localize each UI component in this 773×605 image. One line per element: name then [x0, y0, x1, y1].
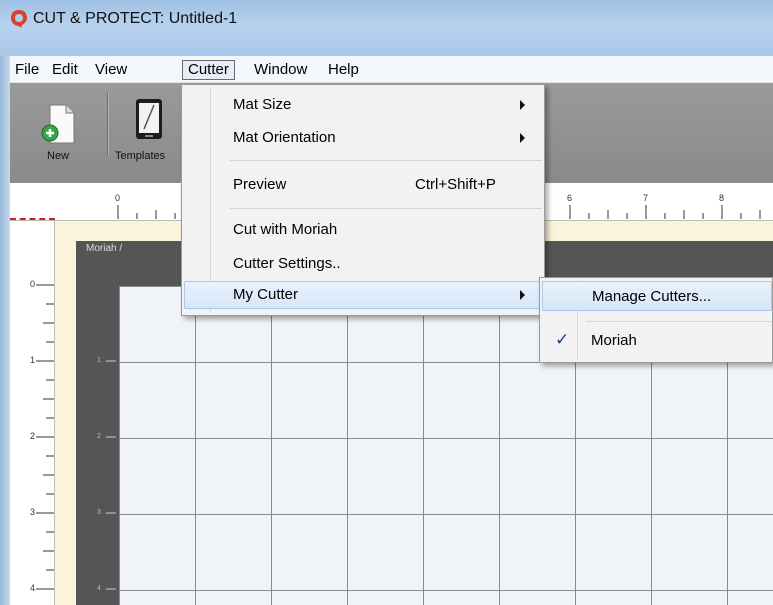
h-ruler-label: 6 [567, 193, 573, 203]
menu-item-label: Moriah [591, 332, 637, 349]
mat-label: Moriah / [86, 243, 123, 254]
mat-ruler-label: 2 [97, 433, 101, 440]
v-ruler-label: 4 [30, 583, 36, 593]
menu-item-label: Mat Size [233, 96, 292, 113]
menu-item-label: Mat Orientation [233, 129, 336, 146]
v-ruler-label: 1 [30, 355, 36, 365]
menu-item-cutter-settings[interactable]: Cutter Settings.. [184, 250, 542, 278]
new-button[interactable]: New [36, 103, 86, 163]
menu-item-cutter-moriah[interactable]: ✓ Moriah [542, 326, 772, 356]
my-cutter-submenu: Manage Cutters... ✓ Moriah [539, 277, 773, 363]
menu-separator [230, 208, 542, 209]
v-ruler-label: 3 [30, 507, 36, 517]
menu-item-manage-cutters[interactable]: Manage Cutters... [542, 281, 772, 311]
menu-file[interactable]: File [10, 60, 44, 80]
menu-bar: File Edit View Cutter Window Help [10, 56, 773, 83]
cutter-menu: Mat Size Mat Orientation Preview Ctrl+Sh… [181, 84, 545, 316]
menu-item-mat-size[interactable]: Mat Size [184, 91, 542, 119]
new-label: New [47, 150, 70, 162]
menu-item-mat-orientation[interactable]: Mat Orientation [184, 124, 542, 152]
menu-gutter [210, 87, 211, 313]
mat-inner-ruler [106, 360, 116, 590]
vertical-ruler: 0 1 2 3 4 [10, 221, 55, 605]
ruler-corner-marker [10, 218, 55, 220]
submenu-arrow-icon [520, 290, 525, 300]
menu-edit[interactable]: Edit [47, 60, 83, 80]
menu-item-shortcut: Ctrl+Shift+P [415, 176, 496, 193]
menu-view[interactable]: View [90, 60, 132, 80]
menu-item-label: Manage Cutters... [592, 288, 712, 305]
menu-window[interactable]: Window [249, 60, 312, 80]
menu-separator [586, 321, 772, 322]
new-document-icon [41, 104, 75, 144]
app-logo-icon [11, 10, 27, 28]
submenu-arrow-icon [520, 133, 525, 143]
menu-item-label: Cut with Moriah [233, 221, 338, 238]
menu-cutter[interactable]: Cutter [182, 60, 235, 80]
templates-button[interactable]: Templates [114, 97, 180, 163]
window-title: CUT & PROTECT: Untitled-1 [33, 10, 238, 27]
title-bar: CUT & PROTECT: Untitled-1 [0, 0, 773, 56]
menu-item-my-cutter[interactable]: My Cutter [184, 281, 542, 309]
mat-ruler-label: 4 [97, 585, 101, 592]
mat-ruler-label: 3 [97, 509, 101, 516]
h-ruler-label: 0 [115, 193, 121, 203]
templates-phone-icon [136, 99, 162, 139]
v-ruler-label: 0 [30, 279, 36, 289]
checkmark-icon: ✓ [555, 330, 570, 349]
menu-item-label: Preview [233, 176, 287, 193]
v-ruler-label: 2 [30, 431, 36, 441]
menu-help[interactable]: Help [323, 60, 364, 80]
h-ruler-label: 8 [719, 193, 725, 203]
menu-item-cut-with-moriah[interactable]: Cut with Moriah [184, 216, 542, 244]
h-ruler-label: 7 [643, 193, 649, 203]
menu-item-label: Cutter Settings.. [233, 255, 341, 272]
menu-item-label: My Cutter [233, 286, 299, 303]
menu-separator [230, 160, 542, 161]
submenu-arrow-icon [520, 100, 525, 110]
toolbar-separator [107, 93, 109, 155]
window-frame-left [0, 56, 10, 605]
mat-ruler-label: 1 [97, 357, 101, 364]
templates-label: Templates [115, 150, 166, 162]
menu-item-preview[interactable]: Preview Ctrl+Shift+P [184, 171, 542, 199]
